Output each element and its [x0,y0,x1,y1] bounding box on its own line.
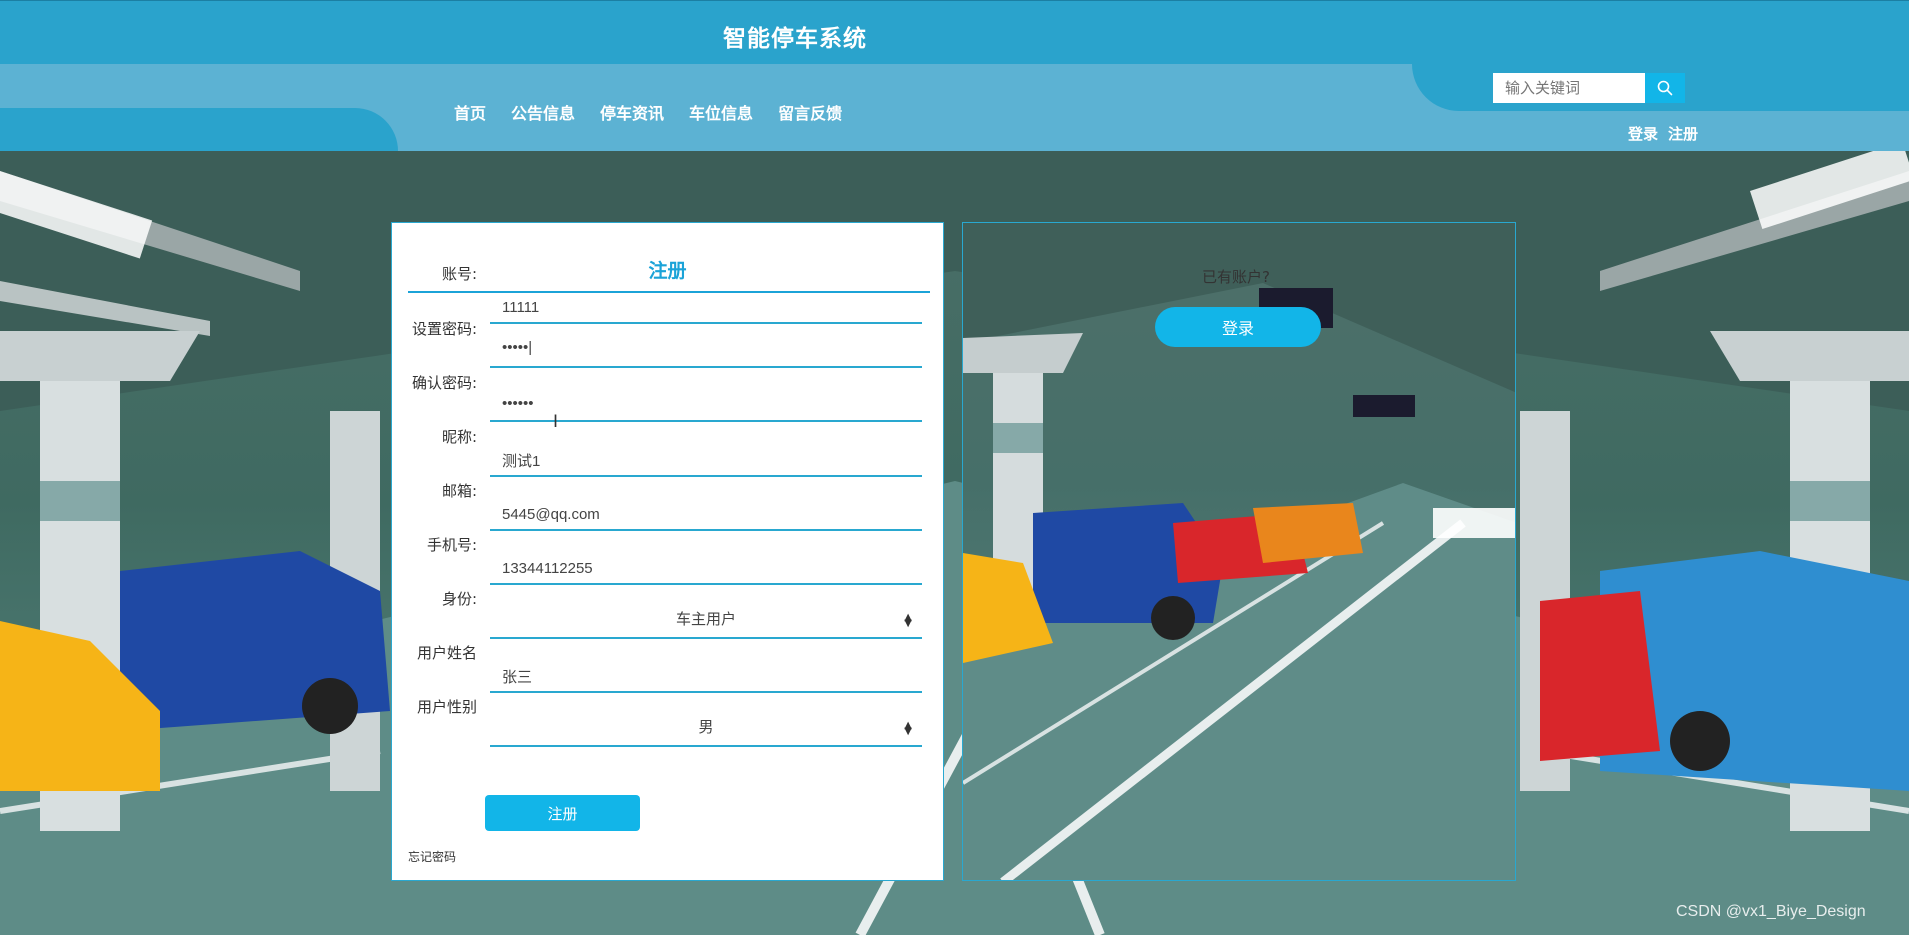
parking-garage-background [0,151,1909,935]
gender-select[interactable]: 男 ▲ ▼ [490,702,922,747]
password-field[interactable]: •••••| [490,323,922,368]
text-cursor-icon: I [553,412,559,432]
login-panel: 已有账户? 登录 [962,222,1516,881]
search-icon [1657,80,1673,96]
select-arrows-icon: ▲ ▼ [904,612,912,629]
phone-label: 手机号: [426,536,477,554]
main-nav: 首页 公告信息 停车资讯 车位信息 留言反馈 [454,100,842,124]
nav-item-parking-spaces[interactable]: 车位信息 [689,100,753,124]
header-register-link[interactable]: 注册 [1668,123,1698,144]
forgot-password-link[interactable]: 忘记密码 [408,848,456,865]
auth-links: 登录 注册 [1628,123,1698,144]
register-form-card: 注册 账号: 设置密码: •••••| 确认密码: •••••• 昵称: 邮箱:… [391,222,944,881]
nav-item-feedback[interactable]: 留言反馈 [778,100,842,124]
phone-field[interactable] [490,540,922,585]
gender-select-value: 男 [698,718,714,736]
register-submit-button[interactable]: 注册 [485,795,640,831]
nickname-field[interactable] [490,432,922,477]
login-button[interactable]: 登录 [1155,307,1321,347]
confirm-password-label: 确认密码: [411,374,477,392]
role-select[interactable]: 车主用户 ▲ ▼ [490,594,922,639]
nav-item-home[interactable]: 首页 [454,100,486,124]
password-label: 设置密码: [411,320,477,338]
account-field[interactable] [490,279,922,324]
search-button[interactable] [1645,73,1685,103]
select-arrows-icon: ▲ ▼ [904,720,912,737]
email-field[interactable] [490,486,922,531]
search-input[interactable] [1493,73,1645,103]
real-name-label: 用户姓名 [416,644,477,662]
top-header: 智能停车系统 [0,0,1909,64]
nav-item-parking-news[interactable]: 停车资讯 [600,100,664,124]
header-login-link[interactable]: 登录 [1628,123,1658,144]
email-label: 邮箱: [441,482,477,500]
role-label: 身份: [441,590,477,608]
role-select-value: 车主用户 [675,610,736,628]
nav-left-decoration [0,108,398,151]
gender-label: 用户性别 [416,698,477,716]
nickname-label: 昵称: [441,428,477,446]
account-label: 账号: [441,265,477,283]
real-name-field[interactable] [490,648,922,693]
nav-item-announcements[interactable]: 公告信息 [511,100,575,124]
parking-garage-illustration [0,151,1909,935]
login-prompt-text: 已有账户? [1202,268,1270,286]
watermark: CSDN @vx1_Biye_Design [1676,903,1866,920]
site-title: 智能停车系统 [723,26,867,52]
